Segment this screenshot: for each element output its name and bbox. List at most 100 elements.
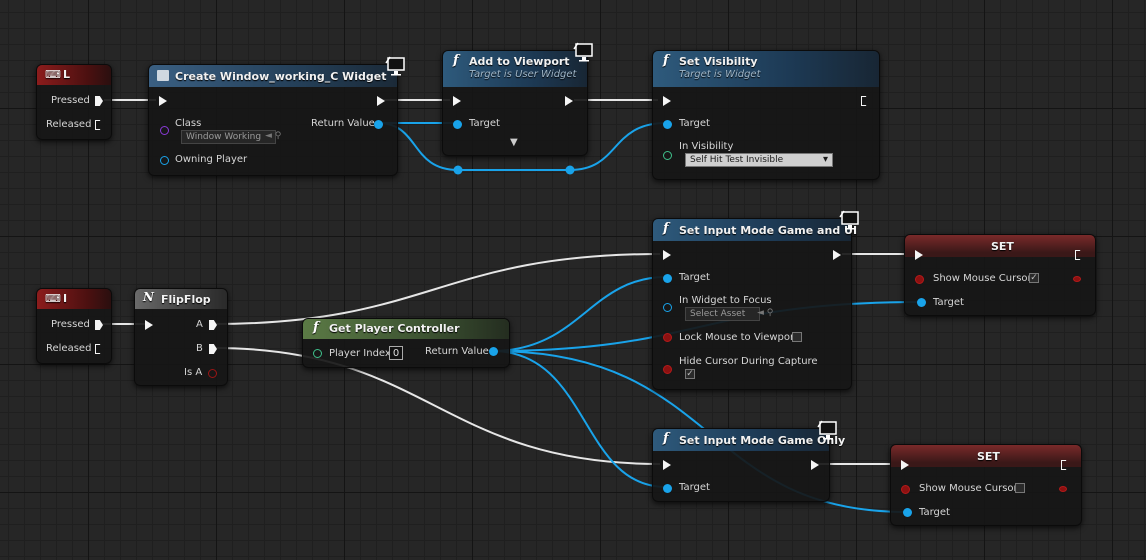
wire-object: [491, 350, 667, 488]
exec-out-pin-a[interactable]: [209, 320, 217, 330]
flipflop-node[interactable]: N FlipFlop A B Is A: [134, 288, 228, 386]
pin-label-target: Target: [679, 118, 710, 129]
function-icon: f: [663, 431, 669, 446]
node-title: I: [63, 292, 68, 305]
show-mouse-cursor-out-pin[interactable]: [1073, 276, 1081, 282]
in-widget-to-focus-pin[interactable]: [663, 303, 672, 312]
exec-out-pin-released[interactable]: [95, 120, 103, 130]
function-icon: f: [313, 320, 319, 335]
pin-label-owning-player: Owning Player: [175, 154, 248, 165]
pin-label-return-value: Return Value: [425, 346, 489, 357]
target-pin[interactable]: [453, 120, 462, 129]
node-title: SET: [977, 450, 1000, 463]
create-widget-node[interactable]: Create Window_working_C Widget Class Win…: [148, 56, 405, 176]
reroute-node: [565, 165, 575, 175]
event-node-l[interactable]: ⌨ L Pressed Released: [36, 64, 112, 140]
exec-out-pin[interactable]: [377, 96, 385, 106]
pin-label-class: Class: [175, 118, 202, 129]
browse-icons[interactable]: ◄ ⚲: [265, 131, 281, 141]
target-pin[interactable]: [903, 508, 912, 517]
hide-cursor-pin[interactable]: [663, 365, 672, 374]
return-value-pin[interactable]: [374, 120, 383, 129]
node-title: Set Input Mode Game and UI: [679, 224, 858, 237]
exec-out-pin-pressed[interactable]: [95, 96, 103, 106]
pin-label-return-value: Return Value: [311, 118, 375, 129]
exec-in-pin[interactable]: [915, 250, 923, 260]
pin-label-target: Target: [933, 297, 964, 308]
browse-icons[interactable]: ◄ ⚲: [757, 308, 773, 318]
exec-out-pin-b[interactable]: [209, 344, 217, 354]
node-header: f Set Visibility Target is Widget: [653, 51, 879, 87]
monitor-icon: [385, 56, 405, 76]
show-mouse-cursor-out-pin[interactable]: [1059, 486, 1067, 492]
owning-player-pin[interactable]: [160, 156, 169, 165]
lock-mouse-checkbox[interactable]: [792, 332, 802, 342]
player-index-input[interactable]: 0: [389, 346, 403, 360]
add-to-viewport-node[interactable]: f Add to Viewport Target is User Widget …: [442, 42, 593, 156]
get-player-controller-node[interactable]: f Get Player Controller Player Index 0 R…: [302, 318, 510, 368]
event-node-i[interactable]: ⌨ I Pressed Released: [36, 288, 112, 364]
visibility-dropdown[interactable]: Self Hit Test Invisible: [685, 153, 833, 167]
exec-in-pin[interactable]: [453, 96, 461, 106]
expand-arrow-icon[interactable]: ▼: [510, 137, 518, 148]
hide-cursor-checkbox[interactable]: ✓: [685, 369, 695, 379]
is-a-pin[interactable]: [208, 369, 217, 378]
set-input-mode-game-and-ui-node[interactable]: f Set Input Mode Game and UI Target In W…: [652, 210, 859, 390]
pin-label-b: B: [196, 343, 203, 354]
show-mouse-cursor-pin[interactable]: [915, 275, 924, 284]
show-mouse-cursor-checkbox[interactable]: ✓: [1029, 273, 1039, 283]
exec-in-pin[interactable]: [663, 96, 671, 106]
target-pin[interactable]: [663, 274, 672, 283]
node-subtitle: Target is User Widget: [469, 69, 577, 80]
exec-out-pin[interactable]: [833, 250, 841, 260]
node-subtitle: Target is Widget: [679, 69, 761, 80]
lock-mouse-pin[interactable]: [663, 333, 672, 342]
player-index-pin[interactable]: [313, 349, 322, 358]
exec-out-pin[interactable]: [811, 460, 819, 470]
show-mouse-cursor-pin[interactable]: [901, 485, 910, 494]
pin-label-show-mouse-cursor: Show Mouse Cursor: [919, 483, 1018, 494]
class-dropdown[interactable]: Window Working: [181, 130, 277, 144]
target-pin[interactable]: [663, 120, 672, 129]
exec-in-pin[interactable]: [159, 96, 167, 106]
pin-label-hide-cursor: Hide Cursor During Capture: [679, 356, 818, 367]
pin-label-in-visibility: In Visibility: [679, 141, 734, 152]
exec-out-pin-released[interactable]: [95, 344, 103, 354]
exec-in-pin[interactable]: [145, 320, 153, 330]
node-header: N FlipFlop: [135, 289, 227, 309]
node-title: Add to Viewport: [469, 55, 570, 68]
in-visibility-pin[interactable]: [663, 151, 672, 160]
pin-label-a: A: [196, 319, 203, 330]
node-title: L: [63, 68, 71, 81]
pin-label-released: Released: [46, 119, 92, 130]
exec-in-pin[interactable]: [663, 460, 671, 470]
keyboard-icon: ⌨: [45, 292, 61, 305]
node-title: Create Window_working_C Widget: [175, 70, 387, 83]
target-pin[interactable]: [663, 484, 672, 493]
target-pin[interactable]: [917, 298, 926, 307]
node-header: f Set Input Mode Game and UI: [653, 219, 857, 241]
node-title: Get Player Controller: [329, 322, 460, 335]
node-title: FlipFlop: [161, 293, 211, 306]
node-title: SET: [991, 240, 1014, 253]
exec-in-pin[interactable]: [663, 250, 671, 260]
pin-label-target: Target: [469, 118, 500, 129]
return-value-pin[interactable]: [489, 347, 498, 356]
macro-icon: N: [143, 290, 154, 304]
select-asset-dropdown[interactable]: Select Asset: [685, 307, 761, 321]
pin-label-target: Target: [679, 272, 710, 283]
show-mouse-cursor-checkbox[interactable]: [1015, 483, 1025, 493]
class-pin[interactable]: [160, 126, 169, 135]
exec-in-pin[interactable]: [901, 460, 909, 470]
pin-label-target: Target: [919, 507, 950, 518]
set-show-mouse-cursor-node-1[interactable]: SET Show Mouse Cursor ✓ Target: [904, 234, 1096, 316]
exec-out-pin-pressed[interactable]: [95, 320, 103, 330]
set-visibility-node[interactable]: f Set Visibility Target is Widget Target…: [652, 50, 880, 180]
set-show-mouse-cursor-node-2[interactable]: SET Show Mouse Cursor Target: [890, 444, 1082, 526]
pin-label-target: Target: [679, 482, 710, 493]
exec-out-pin[interactable]: [565, 96, 573, 106]
exec-out-pin[interactable]: [861, 96, 869, 106]
pin-label-is-a: Is A: [184, 367, 203, 378]
set-input-mode-game-only-node[interactable]: f Set Input Mode Game Only Target: [652, 420, 845, 502]
reroute-node: [453, 165, 463, 175]
